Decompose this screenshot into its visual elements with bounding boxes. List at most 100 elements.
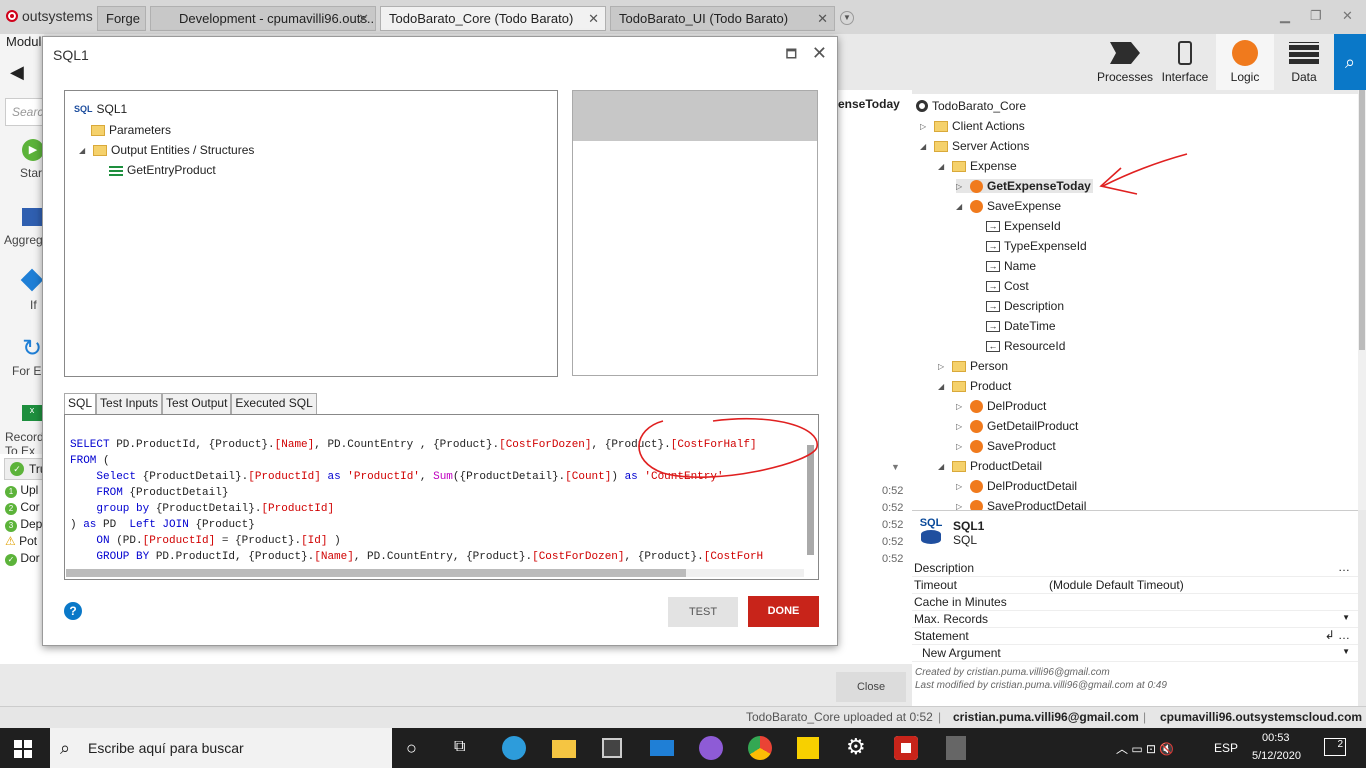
log-item[interactable]: ✓ Dor	[5, 550, 42, 567]
expand-icon[interactable]: ▷	[956, 402, 966, 411]
collapse-icon[interactable]: ◢	[920, 142, 930, 151]
code-hscroll[interactable]	[66, 569, 804, 577]
settings-icon[interactable]: ⚙	[846, 734, 866, 760]
log-item[interactable]: 3 Dep	[5, 516, 42, 533]
tab-development[interactable]: Development - cpumavilli96.outs... ✕	[150, 6, 376, 31]
tree-root[interactable]: TodoBarato_Core	[916, 99, 1026, 113]
tree-param[interactable]: → Description	[986, 299, 1064, 313]
sticky-notes-icon[interactable]	[797, 737, 819, 759]
expand-icon[interactable]: ▷	[956, 482, 966, 491]
language-indicator[interactable]: ESP	[1214, 741, 1238, 755]
done-button[interactable]: DONE	[748, 596, 819, 627]
collapse-icon[interactable]: ◢	[79, 146, 89, 155]
log-item[interactable]: ⚠ Pot	[5, 533, 42, 550]
tree-product-detail[interactable]: ◢ ProductDetail	[938, 459, 1042, 473]
search-button[interactable]: ⌕	[1334, 34, 1366, 90]
tool-aggregate[interactable]: Aggreg	[4, 233, 43, 247]
expand-icon[interactable]: ▷	[920, 122, 930, 131]
close-icon[interactable]: ✕	[358, 11, 369, 27]
cortana-icon[interactable]: ○	[406, 738, 417, 759]
maximize-icon[interactable]: 🗖	[786, 45, 797, 66]
clock-date[interactable]: 5/12/2020	[1252, 750, 1301, 762]
prop-new-argument[interactable]: New Argument ▼	[912, 645, 1358, 662]
explorer-icon[interactable]	[552, 740, 576, 758]
tab-forge[interactable]: Forge	[97, 6, 146, 31]
prop-cache[interactable]: Cache in Minutes	[912, 594, 1358, 611]
tree-expense[interactable]: ◢ Expense	[938, 159, 1017, 173]
tab-test-inputs[interactable]: Test Inputs	[96, 393, 163, 414]
ellipsis-icon[interactable]: …	[1338, 560, 1350, 574]
tree-server-actions[interactable]: ◢ Server Actions	[920, 139, 1029, 153]
collapse-icon[interactable]: ◢	[956, 202, 966, 211]
collapse-icon[interactable]: ◢	[938, 462, 948, 471]
tree-param[interactable]: → Cost	[986, 279, 1029, 293]
tab-core[interactable]: TodoBarato_Core (Todo Barato) ✕	[380, 6, 606, 31]
mail-icon[interactable]	[650, 740, 674, 756]
logic-button[interactable]: Logic	[1216, 34, 1274, 90]
tree-client-actions[interactable]: ▷ Client Actions	[920, 119, 1025, 133]
notification-icon[interactable]: 2	[1324, 738, 1346, 756]
app-icon[interactable]	[699, 736, 723, 760]
log-item[interactable]: 2 Cor	[5, 499, 42, 516]
restore-icon[interactable]: ❐	[1310, 8, 1322, 24]
tab-sql[interactable]: SQL	[64, 393, 97, 414]
tab-executed-sql[interactable]: Executed SQL	[231, 393, 317, 414]
close-icon[interactable]: ✕	[817, 11, 828, 27]
back-icon[interactable]: ◀	[10, 62, 24, 83]
windows-start-icon[interactable]	[14, 740, 32, 758]
tree-scrollbar[interactable]	[1358, 90, 1366, 510]
status-user[interactable]: cristian.puma.villi96@gmail.com	[953, 710, 1139, 724]
code-hscroll-thumb[interactable]	[66, 569, 686, 577]
tray-icons[interactable]: ︿ ▭ ⊡ 🔇	[1116, 740, 1174, 757]
tree-action[interactable]: ▷ DelProductDetail	[956, 479, 1077, 493]
panel-collapse-icon[interactable]: ▼	[891, 462, 900, 472]
prop-timeout[interactable]: Timeout (Module Default Timeout)	[912, 577, 1358, 594]
tree-param[interactable]: → DateTime	[986, 319, 1056, 333]
tool-if[interactable]: If	[30, 298, 37, 312]
processes-button[interactable]: Processes	[1094, 34, 1156, 90]
dialog-close-icon[interactable]: ✕	[812, 43, 827, 64]
chrome-icon[interactable]	[748, 736, 772, 760]
taskbar-search-input[interactable]: Escribe aquí para buscar	[50, 728, 392, 768]
collapse-icon[interactable]: ◢	[938, 162, 948, 171]
tool-start[interactable]: Star	[20, 166, 42, 180]
toolbox-search-input[interactable]: Searc	[5, 98, 43, 126]
tree-scroll-thumb[interactable]	[1359, 90, 1365, 350]
test-button[interactable]: TEST	[668, 597, 738, 627]
dropdown-icon[interactable]: ▼	[1342, 647, 1350, 656]
tree-action[interactable]: ▷ SaveProduct	[956, 439, 1056, 453]
tree-action[interactable]: ▷ DelProduct	[956, 399, 1046, 413]
tree-param[interactable]: → ExpenseId	[986, 219, 1061, 233]
interface-button[interactable]: Interface	[1158, 34, 1212, 90]
tree-action[interactable]: ▷ GetDetailProduct	[956, 419, 1078, 433]
tree-save-expense[interactable]: ◢ SaveExpense	[956, 199, 1061, 213]
expand-icon[interactable]: ▷	[956, 422, 966, 431]
sql-tree-output[interactable]: ◢ Output Entities / Structures	[79, 143, 254, 157]
sql-tree-entry[interactable]: GetEntryProduct	[109, 163, 216, 177]
tree-product[interactable]: ◢ Product	[938, 379, 1011, 393]
tab-ui[interactable]: TodoBarato_UI (Todo Barato) ✕	[610, 6, 835, 31]
outsystems-taskbar-icon[interactable]	[894, 736, 918, 760]
window-close-icon[interactable]: ✕	[1342, 8, 1353, 24]
data-button[interactable]: Data	[1276, 34, 1332, 90]
tree-action[interactable]: ▷ SaveProductDetail	[956, 499, 1086, 510]
help-icon[interactable]: ?	[64, 602, 82, 620]
tree-person[interactable]: ▷ Person	[938, 359, 1008, 373]
tree-param[interactable]: ← ResourceId	[986, 339, 1065, 353]
task-view-icon[interactable]: ⧉	[454, 738, 465, 756]
expand-icon[interactable]: ▷	[956, 442, 966, 451]
status-server[interactable]: cpumavilli96.outsystemscloud.com	[1160, 710, 1362, 724]
tab-test-output[interactable]: Test Output	[162, 393, 232, 414]
edge-icon[interactable]	[502, 736, 526, 760]
sql-tree-root[interactable]: SQL SQL1	[74, 102, 127, 116]
store-icon[interactable]	[602, 738, 622, 758]
ellipsis-icon[interactable]: ↲ …	[1325, 628, 1350, 642]
close-button[interactable]: Close	[836, 672, 906, 702]
prop-statement[interactable]: Statement ↲ …	[912, 628, 1358, 645]
tree-param[interactable]: → TypeExpenseId	[986, 239, 1087, 253]
collapse-icon[interactable]: ◢	[938, 382, 948, 391]
clock-time[interactable]: 00:53	[1262, 732, 1290, 744]
close-icon[interactable]: ✕	[588, 11, 599, 27]
module-menu[interactable]: Modul	[6, 34, 41, 49]
minimize-icon[interactable]: ▁	[1280, 8, 1290, 24]
